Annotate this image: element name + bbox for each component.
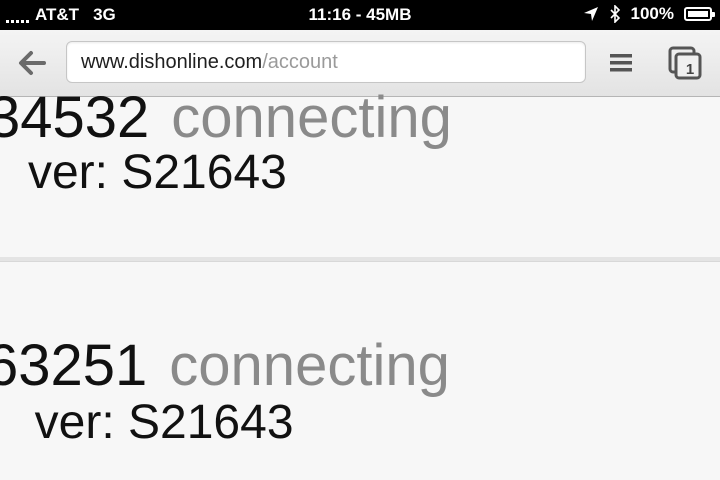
address-bar[interactable]: www.dishonline.com/account (66, 41, 586, 83)
device-id: 63251 (0, 333, 148, 398)
device-version: ver: S21643 (34, 396, 294, 449)
tab-count: 1 (685, 61, 695, 78)
menu-icon (610, 54, 632, 72)
tabs-button[interactable]: 1 (666, 44, 704, 82)
device-header: 34532 connecting (0, 89, 452, 147)
back-arrow-icon (19, 51, 46, 75)
bluetooth-icon (609, 5, 620, 23)
device-status: connecting (171, 85, 452, 150)
location-arrow-icon (583, 7, 598, 21)
device-version-line: lver: S21643 (0, 399, 294, 447)
menu-button[interactable] (606, 46, 636, 80)
device-status: connecting (169, 333, 450, 398)
back-button[interactable] (14, 45, 50, 81)
status-bar: AT&T 3G 11:16 - 45MB 100% (0, 0, 720, 30)
page-content: 34532connecting rver: S21643 63251connec… (0, 89, 720, 480)
device-id: 34532 (0, 85, 150, 150)
divider (0, 257, 720, 262)
device-version-line: rver: S21643 (0, 149, 287, 197)
url-host: www.dishonline.com (81, 51, 263, 73)
battery-icon (684, 7, 715, 21)
url-path: /account (262, 51, 338, 73)
device-version: ver: S21643 (27, 146, 287, 199)
device-header: 63251 connecting (0, 337, 450, 395)
status-right: 100% (583, 4, 715, 24)
battery-percent: 100% (630, 4, 674, 23)
